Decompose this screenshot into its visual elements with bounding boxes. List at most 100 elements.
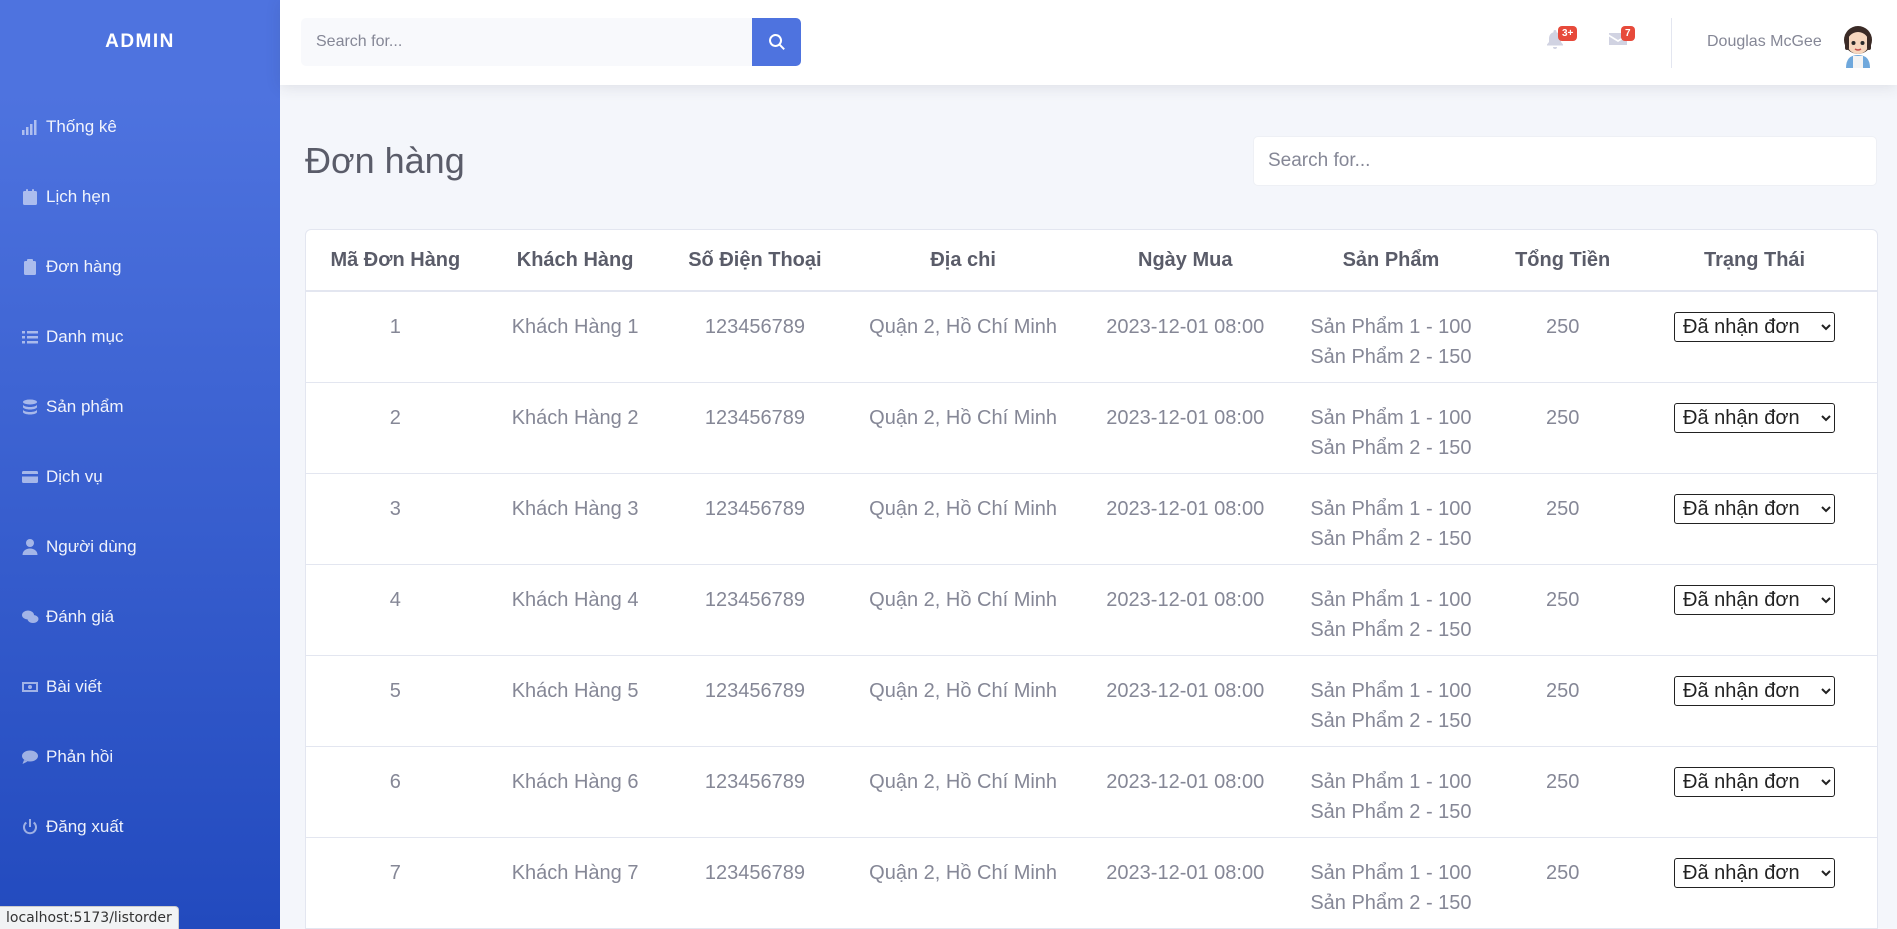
cell-customer: Khách Hàng 1 <box>484 291 666 383</box>
column-header-phone[interactable]: Số Điện Thoại <box>665 230 845 292</box>
status-select[interactable]: Đã nhận đơn <box>1674 675 1836 706</box>
column-header-products[interactable]: Sản Phẩm <box>1288 230 1494 292</box>
calendar-icon <box>20 188 40 206</box>
cell-products: Sản Phẩm 1 - 100 Sản Phẩm 2 - 150 <box>1288 746 1494 838</box>
sidebar-item-thong-ke[interactable]: Thống kê <box>0 92 280 162</box>
cell-products: Sản Phẩm 1 - 100 Sản Phẩm 2 - 150 <box>1288 837 1494 929</box>
column-header-order-id[interactable]: Mã Đơn Hàng <box>306 230 485 292</box>
sidebar-item-label: Bài viết <box>46 677 102 696</box>
cell-customer: Khách Hàng 2 <box>484 382 666 474</box>
cell-customer: Khách Hàng 3 <box>484 473 666 565</box>
status-select[interactable]: Đã nhận đơn <box>1674 493 1836 524</box>
status-select[interactable]: Đã nhận đơn <box>1674 766 1836 797</box>
cell-order-id: 6 <box>306 746 485 838</box>
topbar-search-input[interactable] <box>301 18 752 66</box>
cell-total: 250 <box>1493 655 1633 747</box>
list-icon <box>20 328 40 346</box>
sidebar-item-label: Đăng xuất <box>46 817 124 836</box>
user-icon <box>20 538 40 556</box>
cell-products: Sản Phẩm 1 - 100 Sản Phẩm 2 - 150 <box>1288 564 1494 656</box>
column-header-address[interactable]: Địa chi <box>844 230 1082 292</box>
sidebar-item-danh-gia[interactable]: Đánh giá <box>0 582 280 652</box>
sidebar-item-label: Dịch vụ <box>46 467 103 486</box>
sidebar-item-san-pham[interactable]: Sản phẩm <box>0 372 280 442</box>
topbar: 3+ 7 Douglas McGee <box>280 0 1897 85</box>
product-line: Sản Phẩm 1 - 100 <box>1310 497 1472 520</box>
messages-button[interactable]: 7 <box>1607 26 1635 54</box>
status-select[interactable]: Đã nhận đơn <box>1674 402 1836 433</box>
cell-address: Quận 2, Hồ Chí Minh <box>844 382 1082 474</box>
sidebar-item-phan-hoi[interactable]: Phản hồi <box>0 722 280 792</box>
product-line: Sản Phẩm 2 - 150 <box>1310 527 1472 550</box>
column-header-total[interactable]: Tổng Tiền <box>1493 230 1633 292</box>
cell-products: Sản Phẩm 1 - 100 Sản Phẩm 2 - 150 <box>1288 382 1494 474</box>
cell-address: Quận 2, Hồ Chí Minh <box>844 291 1082 383</box>
cell-address: Quận 2, Hồ Chí Minh <box>844 473 1082 565</box>
chart-signal-icon <box>20 118 40 136</box>
sidebar-item-nguoi-dung[interactable]: Người dùng <box>0 512 280 582</box>
cell-customer: Khách Hàng 5 <box>484 655 666 747</box>
cell-order-id: 3 <box>306 473 485 565</box>
sidebar-item-label: Thống kê <box>46 117 117 136</box>
cell-order-id: 7 <box>306 837 485 929</box>
sidebar-item-danh-muc[interactable]: Danh mục <box>0 302 280 372</box>
product-line: Sản Phẩm 1 - 100 <box>1310 770 1472 793</box>
coins-icon <box>20 398 40 416</box>
cell-total: 250 <box>1493 291 1633 383</box>
cell-date: 2023-12-01 08:00 <box>1081 291 1289 383</box>
cell-address: Quận 2, Hồ Chí Minh <box>844 746 1082 838</box>
sidebar-item-label: Lịch hẹn <box>46 187 111 206</box>
cell-products: Sản Phẩm 1 - 100 Sản Phẩm 2 - 150 <box>1288 473 1494 565</box>
orders-table: Mã Đơn Hàng Khách Hàng Số Điện Thoại Địa… <box>306 230 1877 929</box>
cell-status: Đã nhận đơn <box>1632 291 1877 383</box>
product-line: Sản Phẩm 2 - 150 <box>1310 891 1472 914</box>
status-select[interactable]: Đã nhận đơn <box>1674 584 1836 615</box>
status-select[interactable]: Đã nhận đơn <box>1674 857 1836 888</box>
cell-address: Quận 2, Hồ Chí Minh <box>844 837 1082 929</box>
alerts-button[interactable]: 3+ <box>1544 26 1578 54</box>
cell-products: Sản Phẩm 1 - 100 Sản Phẩm 2 - 150 <box>1288 291 1494 383</box>
cell-total: 250 <box>1493 837 1633 929</box>
product-line: Sản Phẩm 2 - 150 <box>1310 709 1472 732</box>
cell-order-id: 4 <box>306 564 485 656</box>
search-icon <box>768 34 785 50</box>
orders-table-card: Mã Đơn Hàng Khách Hàng Số Điện Thoại Địa… <box>305 229 1878 929</box>
column-header-customer[interactable]: Khách Hàng <box>484 230 666 292</box>
topbar-divider <box>1671 18 1672 68</box>
comment-icon <box>20 748 40 766</box>
status-select[interactable]: Đã nhận đơn <box>1674 312 1836 342</box>
alerts-badge: 3+ <box>1558 26 1578 41</box>
orders-table-body: 1 Khách Hàng 1 123456789 Quận 2, Hồ Chí Min… <box>306 291 1877 929</box>
sidebar-item-bai-viet[interactable]: Bài viết <box>0 652 280 722</box>
cell-phone: 123456789 <box>665 382 845 474</box>
cell-total: 250 <box>1493 564 1633 656</box>
cell-order-id: 5 <box>306 655 485 747</box>
topbar-search-button[interactable] <box>752 18 801 66</box>
column-header-date[interactable]: Ngày Mua <box>1081 230 1289 292</box>
cell-status: Đã nhận đơn <box>1632 473 1877 565</box>
orders-search-input[interactable] <box>1253 136 1877 186</box>
cell-status: Đã nhận đơn <box>1632 837 1877 929</box>
avatar[interactable] <box>1836 18 1880 68</box>
sidebar-item-label: Người dùng <box>46 537 137 556</box>
product-line: Sản Phẩm 1 - 100 <box>1310 861 1472 884</box>
sidebar-item-don-hang[interactable]: Đơn hàng <box>0 232 280 302</box>
sidebar-item-label: Đánh giá <box>46 607 115 626</box>
sidebar-item-lich-hen[interactable]: Lịch hẹn <box>0 162 280 232</box>
cell-date: 2023-12-01 08:00 <box>1081 655 1289 747</box>
cell-order-id: 1 <box>306 291 485 383</box>
credit-card-icon <box>20 468 40 486</box>
column-header-status[interactable]: Trạng Thái <box>1632 230 1877 292</box>
cell-customer: Khách Hàng 6 <box>484 746 666 838</box>
cell-status: Đã nhận đơn <box>1632 746 1877 838</box>
sidebar-item-label: Danh mục <box>46 327 124 346</box>
sidebar-item-dich-vu[interactable]: Dịch vụ <box>0 442 280 512</box>
sidebar-brand[interactable]: ADMIN <box>0 0 280 84</box>
cell-address: Quận 2, Hồ Chí Minh <box>844 655 1082 747</box>
browser-status-url: localhost:5173/listorder <box>0 906 179 929</box>
cell-customer: Khách Hàng 7 <box>484 837 666 929</box>
user-name[interactable]: Douglas McGee <box>1707 33 1822 51</box>
page-title: Đơn hàng <box>305 140 465 181</box>
sidebar-item-dang-xuat[interactable]: Đăng xuất <box>0 792 280 862</box>
sidebar-nav: Thống kê Lịch hẹn Đơn hàng Danh mục Sản … <box>0 92 280 862</box>
